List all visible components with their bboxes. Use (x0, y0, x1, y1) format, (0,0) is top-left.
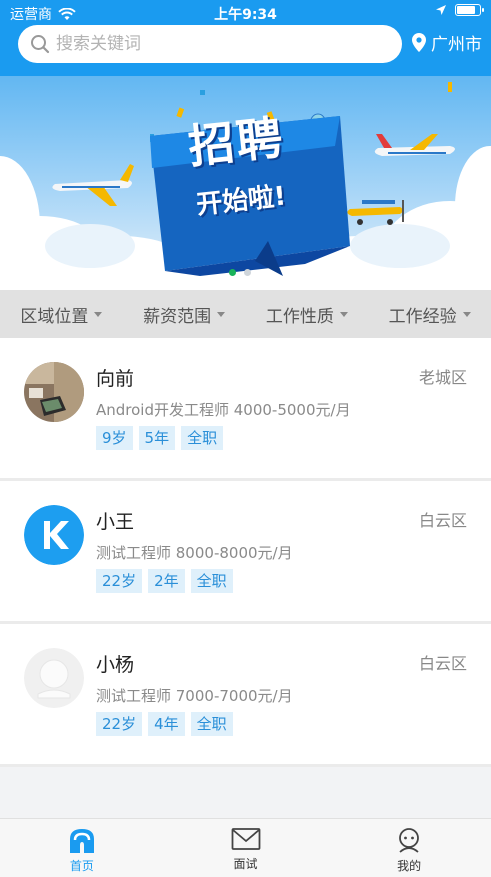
filter-salary-label: 薪资范围 (143, 306, 212, 327)
location-arrow-icon (436, 5, 446, 15)
candidate-name: 向前 (96, 368, 135, 390)
photo-avatar (24, 362, 84, 422)
candidate-description: 测试工程师 7000-7000元/月 (96, 687, 293, 705)
candidate-description: Android开发工程师 4000-5000元/月 (96, 401, 351, 419)
tag-job-type: 全职 (181, 426, 224, 450)
tab-profile-label: 我的 (397, 859, 422, 873)
banner-headline: 招聘 (185, 110, 287, 174)
caret-down-icon (339, 311, 348, 317)
candidate-card[interactable]: 小王 白云区 测试工程师 8000-8000元/月 22岁 2年 全职 (0, 481, 491, 624)
filter-bar: 区域位置 薪资范围 工作性质 工作经验 (0, 290, 491, 338)
tab-bar: 首页 面试 我的 (0, 818, 491, 877)
tag-job-type: 全职 (190, 712, 233, 736)
candidate-card[interactable]: 小杨 白云区 测试工程师 7000-7000元/月 22岁 4年 全职 (0, 624, 491, 767)
header: 运营商 上午9:34 广州市 (0, 0, 491, 76)
candidate-tags: 22岁 2年 全职 (96, 569, 233, 593)
tag-experience: 4年 (148, 712, 185, 736)
candidate-district: 老城区 (418, 368, 467, 387)
tag-age: 22岁 (96, 712, 143, 736)
candidate-description: 测试工程师 8000-8000元/月 (96, 544, 293, 562)
filter-job-type[interactable]: 工作性质 (266, 302, 348, 327)
carousel-dots (229, 269, 251, 276)
carousel-dot-active[interactable] (229, 269, 236, 276)
default-avatar (24, 648, 84, 708)
candidate-tags: 22岁 4年 全职 (96, 712, 233, 736)
candidate-name: 小王 (96, 511, 135, 533)
city-selector[interactable]: 广州市 (412, 30, 482, 55)
candidate-district: 白云区 (418, 654, 467, 673)
filter-region-label: 区域位置 (20, 306, 89, 327)
battery-fill (457, 6, 476, 14)
carousel-dot[interactable] (244, 269, 251, 276)
status-right (435, 4, 484, 16)
search-bar[interactable] (18, 25, 402, 63)
tag-experience: 2年 (148, 569, 185, 593)
filter-experience-label: 工作经验 (388, 306, 457, 327)
tab-interview-label: 面试 (233, 857, 258, 871)
status-bar: 运营商 上午9:34 (0, 0, 491, 24)
city-label: 广州市 (431, 35, 482, 55)
tag-age: 9岁 (96, 426, 133, 450)
mail-icon (231, 828, 260, 850)
search-input[interactable] (56, 34, 376, 54)
caret-down-icon (462, 311, 471, 317)
tag-age: 22岁 (96, 569, 143, 593)
tag-experience: 5年 (138, 426, 176, 450)
location-pin-icon (412, 33, 426, 52)
tab-home-label: 首页 (69, 859, 94, 873)
battery-icon (455, 4, 484, 16)
filter-job-type-label: 工作性质 (265, 306, 334, 327)
search-icon (31, 35, 50, 54)
k-logo-avatar (24, 505, 84, 565)
tab-interview[interactable]: 面试 (164, 819, 328, 877)
caret-down-icon (94, 311, 103, 317)
status-time: 上午9:34 (214, 7, 277, 23)
candidate-list: 向前 老城区 Android开发工程师 4000-5000元/月 9岁 5年 全… (0, 338, 491, 767)
tab-home[interactable]: 首页 (0, 819, 164, 877)
candidate-tags: 9岁 5年 全职 (96, 426, 224, 450)
candidate-card[interactable]: 向前 老城区 Android开发工程师 4000-5000元/月 9岁 5年 全… (0, 338, 491, 481)
filter-salary[interactable]: 薪资范围 (143, 302, 226, 327)
profile-icon (399, 828, 420, 853)
caret-down-icon (217, 311, 226, 317)
home-icon (69, 829, 94, 853)
tab-profile[interactable]: 我的 (327, 819, 491, 877)
filter-region[interactable]: 区域位置 (20, 302, 103, 327)
recruitment-banner[interactable]: 招聘 开始啦! (0, 76, 491, 290)
candidate-district: 白云区 (418, 511, 467, 530)
filter-experience[interactable]: 工作经验 (389, 302, 471, 327)
candidate-name: 小杨 (96, 654, 135, 676)
tag-job-type: 全职 (190, 569, 233, 593)
